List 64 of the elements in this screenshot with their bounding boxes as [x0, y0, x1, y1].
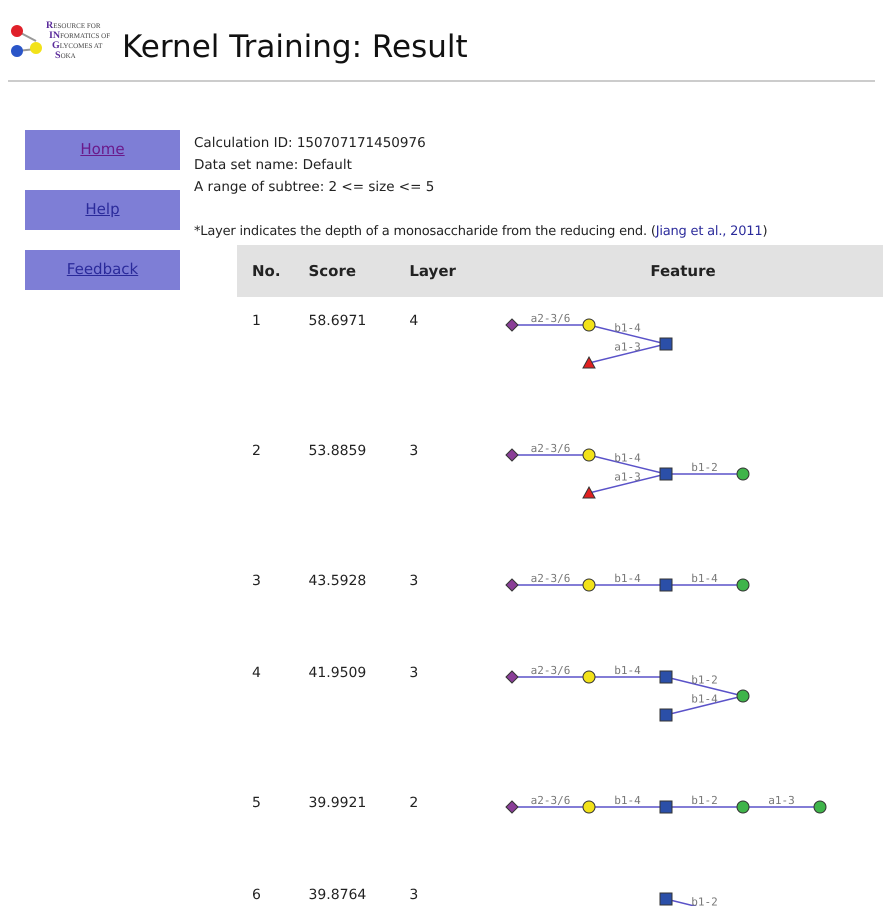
- linkage-label: b1-2: [691, 896, 718, 906]
- column-header: No.: [237, 245, 308, 297]
- info-text: A range of subtree: 2 <= size <= 5: [194, 178, 436, 197]
- table-cell-text: 2: [409, 794, 420, 813]
- linkage-label: b1-2: [691, 794, 718, 807]
- citation-link[interactable]: Jiang et al., 2011: [656, 224, 762, 239]
- linkage-label: a1-3: [614, 340, 641, 354]
- square-symbol: [660, 800, 672, 814]
- nav-button[interactable]: Help: [25, 190, 180, 230]
- linkage-label: b1-4: [614, 664, 641, 677]
- linkage-label: a1-3: [768, 794, 795, 807]
- triangle-symbol: [582, 356, 596, 368]
- table-cell-text: 6: [251, 886, 262, 905]
- info-text: Data set name: Default: [194, 156, 353, 175]
- square-symbol: [660, 670, 672, 684]
- diamond-symbol: [505, 800, 519, 814]
- table-cell-text: 3: [251, 572, 262, 591]
- diamond-symbol: [505, 448, 519, 462]
- linkage-label: b1-4: [614, 572, 641, 585]
- table-cell-text: 2: [251, 442, 262, 461]
- table-cell-text: 43.5928: [308, 572, 368, 591]
- table-cell-text: 3: [409, 572, 420, 591]
- linkage-label: b1-2: [691, 461, 718, 474]
- linkage-label: b1-4: [691, 692, 718, 706]
- table-cell-text: 5: [251, 794, 262, 813]
- linkage-label: a1-3: [614, 470, 641, 484]
- nav-button[interactable]: Feedback: [25, 250, 180, 290]
- table-cell-text: 3: [409, 664, 420, 683]
- column-header: Layer: [409, 245, 483, 297]
- linkage-label: b1-2: [691, 674, 718, 686]
- diamond-symbol: [505, 318, 519, 332]
- column-header: Score: [308, 245, 410, 297]
- linkage-label: b1-4: [614, 322, 641, 334]
- table-cell: 4: [409, 297, 483, 427]
- linkage-label: a2-3/6: [530, 572, 570, 585]
- linkage-label: a2-3/6: [530, 664, 570, 677]
- table-cell-text: 53.8859: [308, 442, 368, 461]
- linkage-label: a2-3/6: [530, 442, 570, 455]
- note-text: *Layer indicates the depth of a monosaccharide from the reducing end. (Jiang et al., 2011): [194, 224, 768, 239]
- nav-button[interactable]: Home: [25, 130, 180, 170]
- linkage-label: b1-4: [614, 794, 641, 807]
- info-text: Calculation ID: 150707171450976: [194, 134, 427, 153]
- table-cell-text: 41.9509: [308, 664, 368, 683]
- square-symbol: [660, 892, 672, 906]
- table-cell-text: 39.8764: [308, 886, 368, 905]
- table-cell-text: 4: [251, 664, 262, 683]
- linkage-label: a2-3/6: [530, 312, 570, 325]
- table-cell: 58.6971: [308, 297, 410, 427]
- linkage-label: a2-3/6: [530, 794, 570, 807]
- column-header: Feature: [483, 245, 883, 297]
- table-cell-text: 39.9921: [308, 794, 368, 813]
- triangle-symbol: [582, 486, 596, 498]
- diamond-symbol: [505, 578, 519, 592]
- diamond-symbol: [505, 670, 519, 684]
- table-cell-text: 3: [409, 442, 420, 461]
- square-symbol: [660, 338, 672, 350]
- table-cell: 1: [237, 297, 308, 427]
- square-symbol: [660, 468, 672, 480]
- square-symbol: [660, 578, 672, 592]
- square-symbol: [660, 708, 672, 722]
- page-title: Kernel Training: Result: [122, 29, 468, 65]
- table-cell-text: 3: [409, 886, 420, 905]
- linkage-label: b1-4: [691, 572, 718, 585]
- linkage-label: b1-4: [614, 452, 641, 464]
